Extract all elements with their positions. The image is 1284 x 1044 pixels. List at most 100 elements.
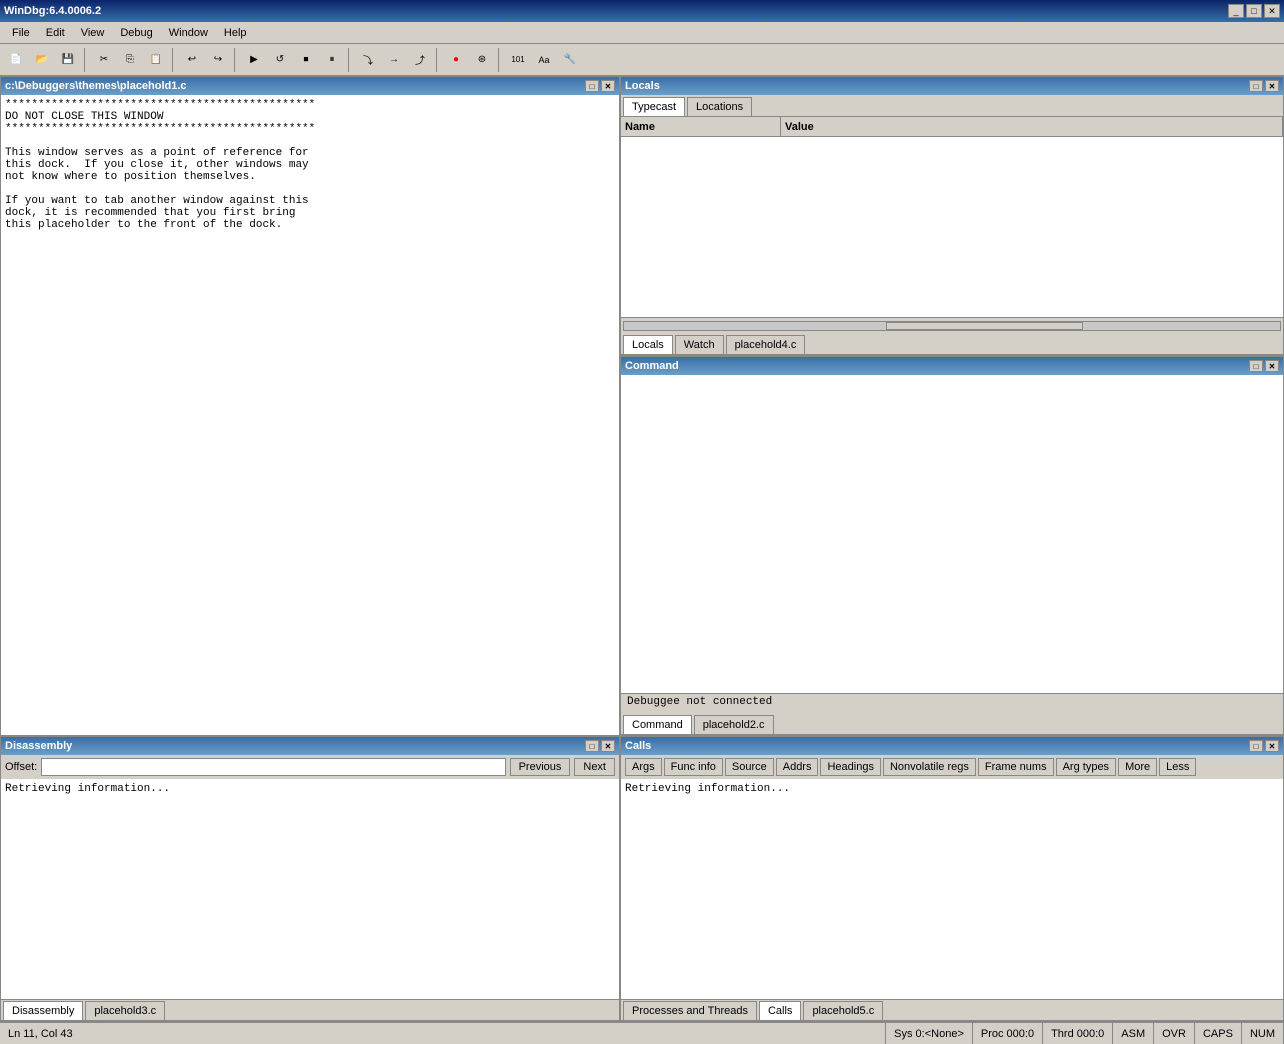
menu-view[interactable]: View [73, 25, 113, 41]
source-title-buttons: □ ✕ [585, 80, 615, 92]
undo-icon: ↩ [188, 54, 196, 65]
command-panel: Command □ ✕ Debuggee not connected Comma… [620, 356, 1284, 736]
menu-file[interactable]: File [4, 25, 38, 41]
maximize-button[interactable]: □ [1246, 4, 1262, 18]
menu-debug[interactable]: Debug [112, 25, 160, 41]
frame-nums-button[interactable]: Frame nums [978, 758, 1054, 776]
font-button[interactable]: Aa [532, 48, 556, 72]
command-close-button[interactable]: ✕ [1265, 360, 1279, 372]
step-over-button[interactable]: → [382, 48, 406, 72]
break-button[interactable]: ⏸ [320, 48, 344, 72]
toolbar: 📄 📂 💾 ✂ ⎘ 📋 ↩ ↪ ▶ ↺ ⏹ ⏸ ⤵ → ⤴ ● ⊛ 101 Aa… [0, 44, 1284, 76]
locals-scroll-thumb[interactable] [886, 322, 1083, 330]
copy-button[interactable]: ⎘ [118, 48, 142, 72]
calls-close-button[interactable]: ✕ [1265, 740, 1279, 752]
go-button[interactable]: ▶ [242, 48, 266, 72]
cut-button[interactable]: ✂ [92, 48, 116, 72]
locals-scroll-track[interactable] [623, 321, 1281, 331]
tab-disassembly-placehold3[interactable]: placehold3.c [85, 1001, 165, 1020]
tab-placehold4[interactable]: placehold4.c [726, 335, 806, 354]
tab-processes-threads[interactable]: Processes and Threads [623, 1001, 757, 1020]
disassembly-content[interactable]: Retrieving information... [1, 779, 619, 999]
command-title-bar: Command □ ✕ [621, 357, 1283, 375]
command-content[interactable] [621, 375, 1283, 693]
locals-scrollbar-h[interactable] [621, 317, 1283, 333]
open-button[interactable]: 📂 [30, 48, 54, 72]
menu-window[interactable]: Window [161, 25, 216, 41]
locals-close-button[interactable]: ✕ [1265, 80, 1279, 92]
source-button[interactable]: Source [725, 758, 774, 776]
menu-edit[interactable]: Edit [38, 25, 73, 41]
redo-button[interactable]: ↪ [206, 48, 230, 72]
new-icon: 📄 [10, 54, 22, 65]
undo-button[interactable]: ↩ [180, 48, 204, 72]
more-button[interactable]: More [1118, 758, 1157, 776]
func-info-button[interactable]: Func info [664, 758, 723, 776]
disassembly-close-button[interactable]: ✕ [601, 740, 615, 752]
font-icon: Aa [538, 55, 549, 65]
tab-command[interactable]: Command [623, 715, 692, 734]
tab-locations[interactable]: Locations [687, 97, 752, 116]
locals-table-content[interactable] [621, 137, 1283, 317]
source-content[interactable]: ****************************************… [1, 95, 619, 735]
settings-button[interactable]: 🔧 [558, 48, 582, 72]
nonvolatile-regs-button[interactable]: Nonvolatile regs [883, 758, 976, 776]
status-sys: Sys 0:<None> [886, 1023, 973, 1044]
open-icon: 📂 [36, 54, 48, 65]
step-in-icon: ⤵ [363, 52, 373, 67]
source-panel: c:\Debuggers\themes\placehold1.c □ ✕ ***… [0, 76, 620, 736]
tab-calls-placehold5[interactable]: placehold5.c [803, 1001, 883, 1020]
source-maximize-button[interactable]: □ [585, 80, 599, 92]
command-tabs: Command placehold2.c [621, 713, 1283, 735]
calls-toolbar: Args Func info Source Addrs Headings Non… [621, 755, 1283, 779]
top-row: c:\Debuggers\themes\placehold1.c □ ✕ ***… [0, 76, 1284, 736]
break-icon: ⏸ [330, 54, 335, 65]
stop-button[interactable]: ⏹ [294, 48, 318, 72]
bp-list-button[interactable]: ⊛ [470, 48, 494, 72]
app-title: WinDbg:6.4.0006.2 [4, 5, 1228, 17]
tab-disassembly[interactable]: Disassembly [3, 1001, 83, 1020]
restart-button[interactable]: ↺ [268, 48, 292, 72]
tab-watch[interactable]: Watch [675, 335, 724, 354]
previous-button[interactable]: Previous [510, 758, 571, 776]
minimize-button[interactable]: _ [1228, 4, 1244, 18]
next-button[interactable]: Next [574, 758, 615, 776]
status-num: NUM [1242, 1023, 1284, 1044]
headings-button[interactable]: Headings [820, 758, 880, 776]
disassembly-maximize-button[interactable]: □ [585, 740, 599, 752]
source-title: c:\Debuggers\themes\placehold1.c [5, 80, 585, 92]
step-over-icon: → [389, 54, 399, 65]
paste-button[interactable]: 📋 [144, 48, 168, 72]
args-button[interactable]: Args [625, 758, 662, 776]
locals-title-buttons: □ ✕ [1249, 80, 1279, 92]
save-button[interactable]: 💾 [56, 48, 80, 72]
redo-icon: ↪ [214, 54, 222, 65]
tab-calls[interactable]: Calls [759, 1001, 801, 1020]
bp-button[interactable]: ● [444, 48, 468, 72]
sep3 [234, 48, 238, 72]
source-close-button[interactable]: ✕ [601, 80, 615, 92]
less-button[interactable]: Less [1159, 758, 1196, 776]
tab-locals[interactable]: Locals [623, 335, 673, 354]
calls-content[interactable]: Retrieving information... [621, 779, 1283, 999]
locals-maximize-button[interactable]: □ [1249, 80, 1263, 92]
calls-maximize-button[interactable]: □ [1249, 740, 1263, 752]
close-button[interactable]: ✕ [1264, 4, 1280, 18]
step-out-button[interactable]: ⤴ [408, 48, 432, 72]
disassembly-title: Disassembly [5, 740, 585, 752]
tab-placehold2[interactable]: placehold2.c [694, 715, 774, 734]
bp-list-icon: ⊛ [478, 54, 486, 65]
tab-typecast[interactable]: Typecast [623, 97, 685, 116]
title-bar-buttons: _ □ ✕ [1228, 4, 1280, 18]
menu-help[interactable]: Help [216, 25, 255, 41]
step-in-button[interactable]: ⤵ [356, 48, 380, 72]
command-maximize-button[interactable]: □ [1249, 360, 1263, 372]
status-ovr: OVR [1154, 1023, 1195, 1044]
offset-input[interactable] [41, 758, 505, 776]
locals-col-name: Name [621, 117, 781, 136]
arg-types-button[interactable]: Arg types [1056, 758, 1116, 776]
101-button[interactable]: 101 [506, 48, 530, 72]
new-button[interactable]: 📄 [4, 48, 28, 72]
go-icon: ▶ [250, 54, 258, 65]
addrs-button[interactable]: Addrs [776, 758, 819, 776]
